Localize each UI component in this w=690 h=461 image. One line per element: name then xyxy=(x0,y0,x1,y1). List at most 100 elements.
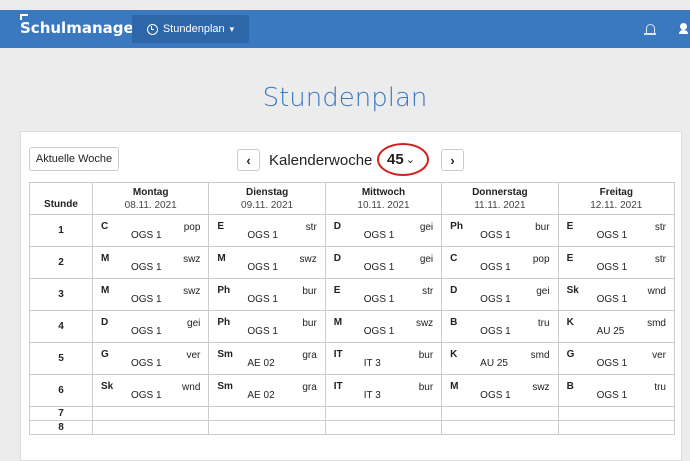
lesson-cell[interactable]: E OGS 1 str xyxy=(557,246,676,279)
lesson-subject: IT xyxy=(333,349,343,360)
empty-lesson-cell[interactable] xyxy=(324,406,443,421)
lesson-cell[interactable]: D OGS 1 gei xyxy=(324,246,443,279)
lesson-room: OGS 1 xyxy=(596,390,628,401)
lesson-cell[interactable]: Ph OGS 1 bur xyxy=(208,278,326,311)
lesson-cell[interactable]: E OGS 1 str xyxy=(208,214,326,247)
empty-lesson-cell[interactable] xyxy=(208,406,326,421)
lesson-cell[interactable]: C OGS 1 pop xyxy=(91,214,210,247)
empty-lesson-cell[interactable] xyxy=(557,406,676,421)
lesson-subject: Sm xyxy=(217,349,233,360)
lesson-cell[interactable]: Sk OGS 1 wnd xyxy=(557,278,676,311)
lesson-teacher: pop xyxy=(183,222,201,233)
lesson-cell[interactable]: D OGS 1 gei xyxy=(91,310,210,343)
lesson-teacher: bur xyxy=(302,286,317,297)
hour-number: 6 xyxy=(29,374,93,407)
lesson-subject: IT xyxy=(333,381,343,392)
lesson-cell[interactable]: K AU 25 smd xyxy=(441,342,559,375)
lesson-cell[interactable]: Sm AE 02 gra xyxy=(208,374,326,407)
empty-lesson-cell[interactable] xyxy=(208,420,326,435)
lesson-subject: E xyxy=(566,221,574,232)
previous-week-button[interactable]: ‹ xyxy=(237,149,260,171)
lesson-cell[interactable]: E OGS 1 str xyxy=(324,278,443,311)
lesson-teacher: smd xyxy=(647,318,666,329)
lesson-subject: K xyxy=(450,349,458,360)
lesson-teacher: ver xyxy=(186,350,201,361)
day-header: Mittwoch 10.11. 2021 xyxy=(324,182,443,215)
lesson-subject: C xyxy=(101,221,109,232)
lesson-subject: Sm xyxy=(217,381,233,392)
empty-lesson-cell[interactable] xyxy=(91,420,210,435)
page-title: Stundenplan xyxy=(262,83,428,113)
table-row: 1 C OGS 1 pop E OGS 1 str D OGS 1 gei Ph OGS 1 bur E O… xyxy=(29,214,676,247)
lesson-cell[interactable]: Sk OGS 1 wnd xyxy=(91,374,210,407)
lesson-teacher: swz xyxy=(415,318,434,329)
empty-lesson-cell[interactable] xyxy=(91,406,210,421)
lesson-teacher: smd xyxy=(530,350,550,361)
caret-down-icon: ▾ xyxy=(229,23,235,34)
lesson-subject: M xyxy=(101,285,110,296)
lesson-room: OGS 1 xyxy=(131,326,162,337)
lesson-teacher: tru xyxy=(654,382,666,393)
nav-stundenplan-label: Stundenplan xyxy=(162,23,225,35)
lesson-teacher: wnd xyxy=(182,382,201,393)
timetable: Stunde Montag 08.11. 2021 Dienstag 09.11. 2… xyxy=(29,182,676,435)
lesson-cell[interactable]: M OGS 1 swz xyxy=(324,310,443,343)
lesson-room: AU 25 xyxy=(596,326,625,337)
lesson-subject: E xyxy=(566,253,574,264)
lesson-cell[interactable]: IT IT 3 bur xyxy=(324,374,443,407)
lesson-subject: D xyxy=(450,285,458,296)
current-week-button[interactable]: Aktuelle Woche xyxy=(29,147,119,171)
day-date: 11.11. 2021 xyxy=(474,199,526,211)
lesson-cell[interactable]: D OGS 1 gei xyxy=(441,278,559,311)
lesson-cell[interactable]: G OGS 1 ver xyxy=(557,342,676,375)
lesson-subject: G xyxy=(101,349,109,360)
lesson-teacher: wnd xyxy=(647,286,666,297)
empty-lesson-cell[interactable] xyxy=(324,420,443,435)
lesson-teacher: gei xyxy=(536,286,550,297)
lesson-cell[interactable]: E OGS 1 str xyxy=(557,214,676,247)
clock-icon xyxy=(146,23,158,35)
lesson-room: OGS 1 xyxy=(131,230,162,241)
lesson-cell[interactable]: D OGS 1 gei xyxy=(324,214,443,247)
timetable-body: 1 C OGS 1 pop E OGS 1 str D OGS 1 gei Ph OGS 1 bur E O… xyxy=(29,214,676,435)
lesson-room: OGS 1 xyxy=(596,262,628,273)
lesson-cell[interactable]: K AU 25 smd xyxy=(557,310,676,343)
brand-logo[interactable]: Schulmanager xyxy=(20,19,141,37)
table-row: 3 M OGS 1 swz Ph OGS 1 bur E OGS 1 str D OGS 1 gei Sk… xyxy=(29,278,676,311)
next-week-button[interactable]: › xyxy=(441,149,464,171)
lesson-teacher: swz xyxy=(299,254,317,265)
lesson-cell[interactable]: G OGS 1 ver xyxy=(91,342,210,375)
empty-lesson-cell[interactable] xyxy=(557,420,676,435)
lesson-teacher: swz xyxy=(183,254,201,265)
lesson-room: OGS 1 xyxy=(480,326,511,337)
lesson-cell[interactable]: M OGS 1 swz xyxy=(91,278,210,311)
lesson-cell[interactable]: Sm AE 02 gra xyxy=(208,342,326,375)
nav-stundenplan-button[interactable]: Stundenplan ▾ xyxy=(132,15,249,43)
lesson-cell[interactable]: M OGS 1 swz xyxy=(91,246,210,279)
top-navbar: Schulmanager Stundenplan ▾ xyxy=(0,10,690,48)
lesson-teacher: gra xyxy=(302,382,317,393)
lesson-teacher: gei xyxy=(419,254,434,265)
lesson-cell[interactable]: B OGS 1 tru xyxy=(557,374,676,407)
empty-lesson-cell[interactable] xyxy=(441,406,559,421)
lesson-cell[interactable]: Ph OGS 1 bur xyxy=(441,214,559,247)
lesson-room: OGS 1 xyxy=(363,262,395,273)
hour-number: 5 xyxy=(29,342,93,375)
day-date: 09.11. 2021 xyxy=(241,199,294,211)
day-date: 08.11. 2021 xyxy=(124,199,177,211)
red-highlight-circle xyxy=(377,143,429,176)
empty-lesson-cell[interactable] xyxy=(441,420,559,435)
lesson-cell[interactable]: Ph OGS 1 bur xyxy=(208,310,326,343)
lesson-room: OGS 1 xyxy=(480,294,511,305)
lesson-cell[interactable]: IT IT 3 bur xyxy=(324,342,443,375)
lesson-cell[interactable]: M OGS 1 swz xyxy=(441,374,559,407)
day-name: Dienstag xyxy=(245,186,289,198)
lesson-teacher: str xyxy=(305,222,317,233)
lesson-cell[interactable]: C OGS 1 pop xyxy=(441,246,559,279)
lesson-room: OGS 1 xyxy=(596,358,628,369)
bell-icon[interactable] xyxy=(644,24,656,35)
user-icon[interactable] xyxy=(679,23,688,34)
lesson-cell[interactable]: B OGS 1 tru xyxy=(441,310,559,343)
lesson-cell[interactable]: M OGS 1 swz xyxy=(208,246,326,279)
lesson-subject: Ph xyxy=(217,285,231,296)
